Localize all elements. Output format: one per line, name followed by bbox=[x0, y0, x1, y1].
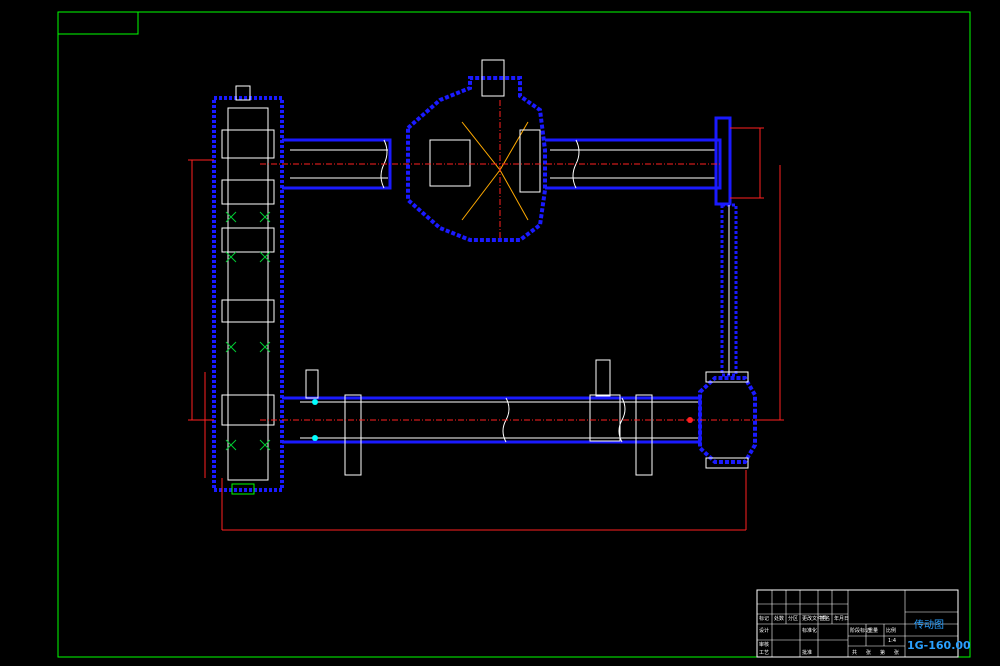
tb-label-mark: 标记 bbox=[759, 615, 769, 622]
drawing-name: 传动图 bbox=[914, 619, 944, 631]
tb-label-zone: 分区 bbox=[788, 615, 798, 622]
tb-label-date: 年月日 bbox=[834, 615, 849, 622]
lower-shaft bbox=[282, 359, 702, 476]
bevel-gearbox bbox=[406, 59, 547, 242]
left-gear-column bbox=[212, 85, 284, 495]
tb-label-review: 审核 bbox=[759, 641, 769, 648]
tb-label-total: 共 bbox=[852, 649, 857, 656]
tb-label-stage: 阶段标记 bbox=[850, 627, 870, 634]
tb-label-process: 工艺 bbox=[759, 650, 769, 656]
upper-right-shaft bbox=[545, 116, 732, 206]
drawing-code: 1G-160.00 bbox=[907, 639, 971, 652]
tb-label-design: 设计 bbox=[759, 627, 769, 634]
right-vertical-shaft bbox=[720, 203, 738, 377]
tb-label-sheets: 张 bbox=[866, 649, 871, 656]
cad-drawing: 标记 处数 分区 更改文件号 签名 年月日 设计 标准化 审核 工艺 批准 阶段… bbox=[57, 11, 971, 658]
tb-scale-value: 1:4 bbox=[888, 638, 896, 644]
tb-label-weight: 重量 bbox=[868, 627, 878, 634]
tb-label-sheet: 张 bbox=[894, 649, 899, 656]
tb-label-count: 处数 bbox=[774, 615, 784, 622]
tb-label-scale: 比例 bbox=[886, 627, 896, 634]
tb-label-standardize: 标准化 bbox=[802, 627, 817, 634]
tb-label-no: 第 bbox=[880, 649, 885, 656]
title-block: 标记 处数 分区 更改文件号 签名 年月日 设计 标准化 审核 工艺 批准 阶段… bbox=[756, 589, 971, 658]
tb-label-approve: 批准 bbox=[802, 649, 812, 656]
dimension-lines bbox=[188, 100, 784, 531]
tb-label-sign: 签名 bbox=[820, 615, 830, 622]
drawing-frame bbox=[57, 11, 971, 658]
